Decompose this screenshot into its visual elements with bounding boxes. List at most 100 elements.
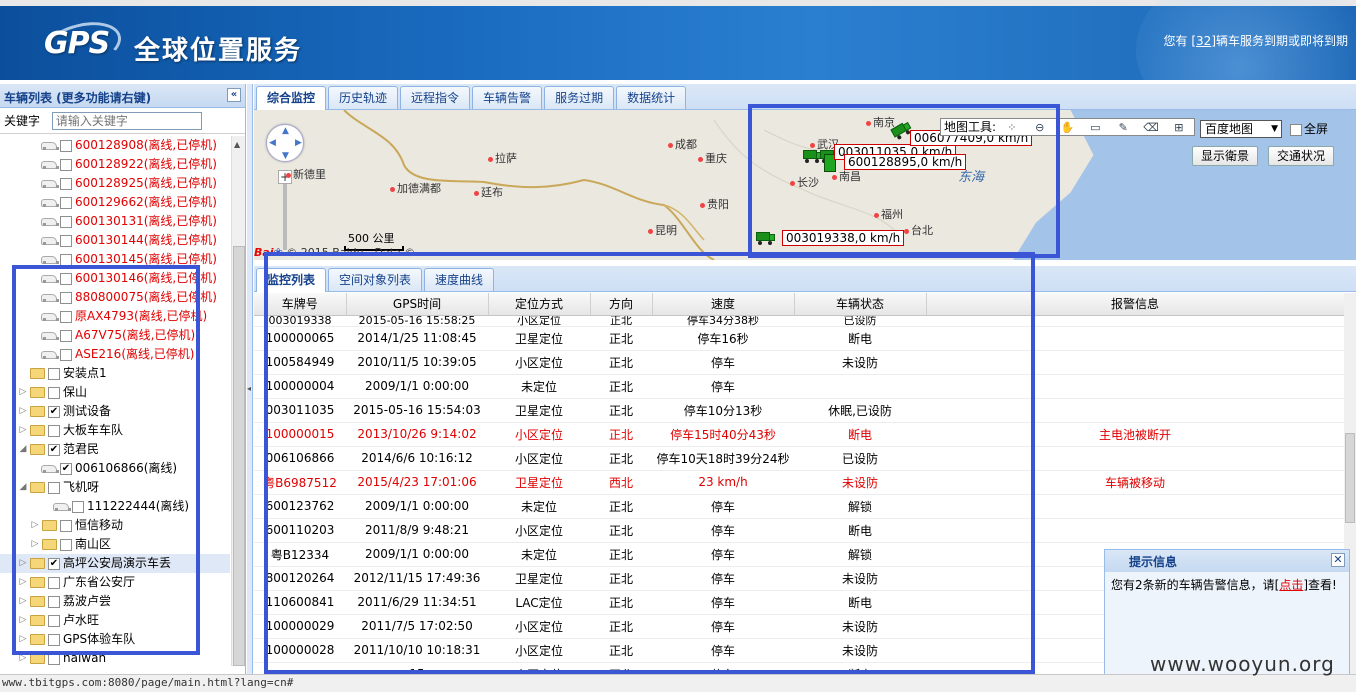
tree-checkbox[interactable] [48, 595, 60, 608]
tree-vehicle[interactable]: 600128908(离线,已停机) [0, 136, 230, 155]
tree-scrollbar[interactable]: ▲ [231, 136, 245, 666]
expand-arrow-icon[interactable]: ▷ [18, 421, 28, 440]
grid-column-header[interactable]: 方向 [590, 293, 653, 316]
main-tab[interactable]: 历史轨迹 [328, 86, 399, 109]
vehicle-label[interactable]: 003019338,0 km/h [782, 230, 905, 246]
expiry-count-link[interactable]: 32 [1196, 34, 1211, 48]
grid-column-header[interactable]: 定位方式 [488, 293, 591, 316]
tree-folder[interactable]: ▷ ✔ 测试设备 [0, 402, 230, 421]
tree-checkbox[interactable] [72, 500, 84, 513]
table-row[interactable]: 100000004 2009/1/1 0:00:00 未定位 正北 停车 [254, 374, 1344, 399]
tree-vehicle[interactable]: 原AX4793(离线,已停机) [0, 307, 230, 326]
tree-checkbox[interactable] [48, 481, 60, 494]
tree-folder[interactable]: ▷ 恒信移动 [0, 516, 230, 535]
tree-checkbox[interactable] [60, 272, 72, 285]
tree-checkbox[interactable] [60, 519, 72, 532]
tree-checkbox[interactable] [48, 367, 60, 380]
tree-vehicle[interactable]: 600128925(离线,已停机) [0, 174, 230, 193]
grid-column-header[interactable]: 速度 [652, 293, 795, 316]
main-tab[interactable]: 服务过期 [544, 86, 615, 109]
pan-up-icon[interactable]: ▲ [282, 126, 289, 136]
vehicle-label[interactable]: 600128895,0 km/h [844, 154, 967, 170]
sub-tab[interactable]: 空间对象列表 [328, 268, 423, 291]
main-tab[interactable]: 远程指令 [400, 86, 471, 109]
pan-hand-icon[interactable]: ✋ [1060, 120, 1076, 134]
main-tab[interactable]: 车辆告警 [472, 86, 543, 109]
expand-arrow-icon[interactable]: ▷ [30, 535, 40, 554]
zoom-magnifier-icon[interactable]: ⊖ [1032, 120, 1048, 134]
grid-column-header[interactable]: GPS时间 [346, 293, 489, 316]
grid-column-header[interactable]: 车牌号 [254, 293, 347, 316]
eraser-icon[interactable]: ⌫ [1143, 120, 1159, 134]
tree-folder[interactable]: ▷ GPS体验车队 [0, 630, 230, 649]
vehicle-marker-icon[interactable] [756, 232, 776, 245]
tree-checkbox[interactable] [48, 614, 60, 627]
tree-folder[interactable]: ◢ ✔ 范君民 [0, 440, 230, 459]
traffic-button[interactable]: 交通状况 [1268, 146, 1335, 166]
tree-checkbox[interactable]: ✔ [60, 462, 72, 475]
tree-folder[interactable]: ▷ 卢水旺 [0, 611, 230, 630]
collapse-left-button[interactable]: « [227, 88, 241, 102]
tree-checkbox[interactable] [48, 633, 60, 646]
tree-vehicle[interactable]: 600130146(离线,已停机) [0, 269, 230, 288]
tree-checkbox[interactable] [60, 215, 72, 228]
tree-checkbox[interactable] [60, 253, 72, 266]
expand-arrow-icon[interactable]: ▷ [18, 573, 28, 592]
tree-checkbox[interactable] [48, 424, 60, 437]
tree-folder[interactable]: 安装点1 [0, 364, 230, 383]
table-row[interactable]: 006106866 2014/6/6 10:16:12 小区定位 正北 停车10天18时… [254, 446, 1344, 471]
tree-checkbox[interactable] [60, 158, 72, 171]
map-pan-control[interactable]: ▲ ▼ ◀ ▶ [266, 124, 304, 162]
pin-icon[interactable]: ✎ [1115, 120, 1131, 134]
sub-tab[interactable]: 速度曲线 [424, 268, 495, 291]
tree-checkbox[interactable] [48, 652, 60, 665]
tree-checkbox[interactable]: ✔ [48, 443, 60, 456]
sub-tab[interactable]: 监控列表 [256, 268, 327, 292]
expand-arrow-icon[interactable]: ▷ [18, 611, 28, 630]
expand-arrow-icon[interactable]: ▷ [18, 592, 28, 611]
expand-arrow-icon[interactable]: ▷ [18, 383, 28, 402]
table-row[interactable]: 100000065 2014/1/25 11:08:45 卫星定位 正北 停车16秒 断电 [254, 326, 1344, 351]
tree-vehicle[interactable]: 111222444(离线) [0, 497, 230, 516]
tree-checkbox[interactable] [60, 329, 72, 342]
tree-vehicle[interactable]: ✔ 006106866(离线) [0, 459, 230, 478]
tree-vehicle[interactable]: 600130144(离线,已停机) [0, 231, 230, 250]
expand-arrow-icon[interactable]: ▷ [18, 554, 28, 573]
grid-column-header[interactable]: 车辆状态 [794, 293, 927, 316]
tree-checkbox[interactable] [60, 234, 72, 247]
grid-icon[interactable]: ⊞ [1171, 120, 1187, 134]
map-zoom-control[interactable]: + [278, 170, 292, 250]
table-row[interactable]: 100000015 2013/10/26 9:14:02 小区定位 正北 停车15时40… [254, 422, 1344, 447]
tree-checkbox[interactable] [60, 139, 72, 152]
measure-icon[interactable]: ⁘ [1004, 120, 1020, 134]
expand-arrow-icon[interactable]: ◢ [18, 440, 28, 459]
tree-checkbox[interactable] [60, 177, 72, 190]
expand-arrow-icon[interactable]: ▷ [18, 630, 28, 649]
tree-vehicle[interactable]: ASE216(离线,已停机) [0, 345, 230, 364]
satellite-button[interactable]: 显示衛景 [1192, 146, 1259, 166]
table-row[interactable]: 100584949 2010/11/5 10:39:05 小区定位 正北 停车 未设防 [254, 350, 1344, 375]
grid-scrollbar-thumb[interactable] [1345, 433, 1355, 523]
panel-splitter[interactable]: ◂ [247, 84, 253, 674]
fullscreen-toggle[interactable]: 全屏 [1290, 120, 1328, 137]
pan-right-icon[interactable]: ▶ [295, 138, 302, 148]
tree-folder[interactable]: ▷ 保山 [0, 383, 230, 402]
map-view[interactable]: ▲ ▼ ◀ ▶ + 新德里 加德满都 廷布 拉萨 成都 重庆 贵阳 昆明 南京 … [254, 110, 1356, 260]
tree-folder[interactable]: ▷ ✔ 高坪公安局演示车丢 [0, 554, 230, 573]
tree-vehicle[interactable]: 600128922(离线,已停机) [0, 155, 230, 174]
alert-view-link[interactable]: 点击 [1279, 578, 1303, 592]
tree-vehicle[interactable]: 600129662(离线,已停机) [0, 193, 230, 212]
pan-left-icon[interactable]: ◀ [269, 138, 276, 148]
tree-checkbox[interactable] [60, 348, 72, 361]
tree-folder[interactable]: ▷ haiwan [0, 649, 230, 666]
tree-folder[interactable]: ▷ 南山区 [0, 535, 230, 554]
expand-arrow-icon[interactable]: ▷ [18, 649, 28, 666]
tree-checkbox[interactable] [60, 538, 72, 551]
tree-folder[interactable]: ▷ 广东省公安厅 [0, 573, 230, 592]
close-icon[interactable]: ✕ [1331, 553, 1345, 567]
table-row[interactable]: 600123762 2009/1/1 0:00:00 未定位 正北 停车 解锁 [254, 494, 1344, 519]
tree-scrollbar-thumb[interactable] [233, 246, 245, 666]
expand-arrow-icon[interactable]: ◢ [18, 478, 28, 497]
tree-checkbox[interactable] [60, 291, 72, 304]
tree-vehicle[interactable]: A67V75(离线,已停机) [0, 326, 230, 345]
